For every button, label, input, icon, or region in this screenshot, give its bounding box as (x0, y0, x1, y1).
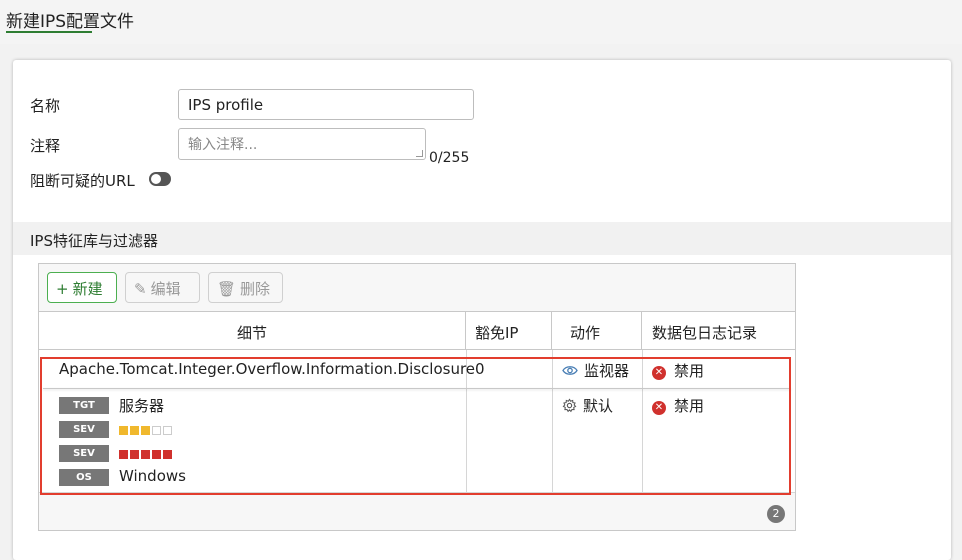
toggle-knob (151, 174, 161, 184)
table-toolbar: + 新建 ✎ 编辑 🗑 删除 (39, 264, 795, 312)
table-footer: 2 (39, 492, 795, 530)
comment-label: 注释 (30, 137, 61, 155)
name-label: 名称 (30, 97, 61, 115)
plus-icon: + (56, 280, 69, 298)
block-url-label: 阻断可疑的URL (30, 172, 135, 190)
new-button[interactable]: + 新建 (47, 272, 117, 303)
col-header-packet-log[interactable]: 数据包日志记录 (642, 312, 795, 350)
col-header-action[interactable]: 动作 (552, 312, 642, 350)
delete-button[interactable]: 🗑 删除 (208, 272, 283, 303)
pencil-icon: ✎ (134, 280, 147, 298)
new-button-label: 新建 (72, 280, 103, 298)
block-url-toggle[interactable] (149, 172, 171, 186)
selection-highlight (40, 357, 791, 495)
col-header-detail[interactable]: 细节 (39, 312, 466, 350)
trash-icon: 🗑 (217, 280, 237, 298)
comment-char-count: 0/255 (429, 150, 470, 166)
title-bar: 新建IPS配置文件 (0, 0, 962, 44)
page-count-badge: 2 (767, 505, 785, 523)
comment-textarea[interactable]: 输入注释... (178, 128, 426, 160)
comment-placeholder: 输入注释... (188, 137, 258, 153)
table-header: 细节 豁免IP 动作 数据包日志记录 (39, 312, 795, 350)
resize-grip-icon[interactable] (416, 150, 423, 157)
title-underline (6, 31, 92, 33)
name-input[interactable] (178, 89, 474, 120)
section-header: IPS特征库与过滤器 (13, 222, 951, 255)
edit-button-label: 编辑 (150, 280, 181, 298)
delete-button-label: 删除 (240, 280, 271, 298)
edit-button[interactable]: ✎ 编辑 (125, 272, 200, 303)
page-title: 新建IPS配置文件 (6, 12, 135, 32)
col-header-exempt-ip[interactable]: 豁免IP (466, 312, 552, 350)
